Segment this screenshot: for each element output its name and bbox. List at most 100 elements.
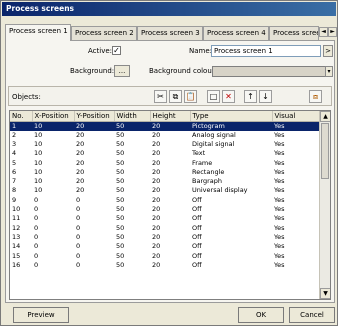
table-cell: Yes <box>274 260 285 269</box>
table-cell: 20 <box>152 251 161 260</box>
tab-process-screen-4[interactable]: Process screen 4 <box>203 26 269 40</box>
tab-scroll-right-icon[interactable]: ► <box>328 27 337 37</box>
table-cell: 20 <box>152 260 161 269</box>
tab-process-screen-3[interactable]: Process screen 3 <box>137 26 203 40</box>
table-cell: 10 <box>34 139 43 148</box>
table-row[interactable]: 5 10 20 50 20 Frame Yes <box>10 158 320 167</box>
table-cell: 9 <box>12 195 17 204</box>
background-browse-button[interactable]: ... <box>114 65 130 77</box>
tab-process-screen-2[interactable]: Process screen 2 <box>71 26 137 40</box>
column-header[interactable]: Width <box>114 111 151 122</box>
table-cell: Off <box>192 214 202 223</box>
scroll-down-icon[interactable]: ▼ <box>320 288 330 299</box>
move-up-icon[interactable]: ↑ <box>244 90 257 103</box>
table-cell: 50 <box>116 242 125 251</box>
table-cell: 0 <box>34 232 39 241</box>
table-cell: Yes <box>274 167 285 176</box>
table-cell: 10 <box>12 205 21 214</box>
cancel-button[interactable]: Cancel <box>289 307 335 323</box>
name-input[interactable]: Process screen 1 <box>211 45 321 57</box>
table-cell: 0 <box>76 223 81 232</box>
table-cell: 8 <box>12 186 17 195</box>
table-cell: Yes <box>274 223 285 232</box>
table-cell: 20 <box>152 195 161 204</box>
table-cell: 20 <box>76 139 85 148</box>
table-cell: 0 <box>76 260 81 269</box>
table-cell: 11 <box>12 214 21 223</box>
table-row[interactable]: 10 0 0 50 20 Off Yes <box>10 205 320 214</box>
grid-header-row: No. X-Position Y-Position Width Height Type Vi… <box>10 111 321 122</box>
table-row[interactable]: 4 10 20 50 20 Text Yes <box>10 149 320 158</box>
column-header[interactable]: No. <box>10 111 33 122</box>
column-header[interactable]: Type <box>190 111 273 122</box>
ok-button[interactable]: OK <box>238 307 284 323</box>
move-down-icon[interactable]: ↓ <box>259 90 272 103</box>
table-cell: 0 <box>34 205 39 214</box>
table-cell: Analog signal <box>192 130 236 139</box>
table-cell: Off <box>192 251 202 260</box>
table-cell: 15 <box>12 251 21 260</box>
column-header[interactable]: Visual <box>272 111 321 122</box>
table-row[interactable]: 6 10 20 50 20 Rectangle Yes <box>10 168 320 177</box>
table-row[interactable]: 8 10 20 50 20 Universal display Yes <box>10 186 320 195</box>
table-cell: 0 <box>76 205 81 214</box>
table-cell: 20 <box>152 214 161 223</box>
table-cell: Yes <box>274 195 285 204</box>
chevron-down-icon[interactable]: ▾ <box>325 66 333 77</box>
table-cell: 10 <box>34 167 43 176</box>
table-cell: 20 <box>152 149 161 158</box>
table-row[interactable]: 14 0 0 50 20 Off Yes <box>10 242 320 251</box>
table-cell: 10 <box>32 121 74 131</box>
table-cell: 2 <box>12 130 17 139</box>
copy-icon[interactable]: ⧉ <box>169 90 182 103</box>
properties-icon[interactable]: ⧈ <box>309 90 322 103</box>
table-cell: 0 <box>34 223 39 232</box>
table-cell: 4 <box>12 149 17 158</box>
table-cell: 14 <box>12 242 21 251</box>
new-object-icon[interactable]: □ <box>207 90 220 103</box>
paste-icon[interactable]: 📋 <box>184 90 197 103</box>
active-label: Active: <box>88 47 113 55</box>
table-cell: 50 <box>116 260 125 269</box>
column-header[interactable]: Height <box>150 111 191 122</box>
tab-process-screen-1[interactable]: Process screen 1 <box>5 24 71 41</box>
active-checkbox[interactable]: ✓ <box>112 46 121 55</box>
process-screens-dialog: Process screens Process screen 1 Process… <box>0 0 338 326</box>
table-row[interactable]: 7 10 20 50 20 Bargraph Yes <box>10 177 320 186</box>
table-cell: 50 <box>116 195 125 204</box>
table-row[interactable]: 11 0 0 50 20 Off Yes <box>10 214 320 223</box>
background-colour-picker[interactable] <box>212 66 326 77</box>
tab-process-screen-5[interactable]: Process screen 5 <box>269 26 319 40</box>
table-cell: 0 <box>76 251 81 260</box>
table-cell: 20 <box>76 186 85 195</box>
table-cell: 20 <box>152 177 161 186</box>
column-header[interactable]: Y-Position <box>74 111 115 122</box>
table-row[interactable]: 13 0 0 50 20 Off Yes <box>10 233 320 242</box>
table-cell: 50 <box>114 121 150 131</box>
table-cell: Universal display <box>192 186 248 195</box>
delete-icon[interactable]: ✕ <box>222 90 235 103</box>
table-cell: Yes <box>274 251 285 260</box>
cut-icon[interactable]: ✂ <box>154 90 167 103</box>
table-row[interactable]: 9 0 0 50 20 Off Yes <box>10 196 320 205</box>
scroll-up-icon[interactable]: ▲ <box>320 111 330 122</box>
table-cell: 20 <box>150 121 190 131</box>
preview-button[interactable]: Preview <box>13 307 69 323</box>
scroll-thumb[interactable] <box>321 123 329 179</box>
table-cell: Yes <box>274 139 285 148</box>
table-row[interactable]: 3 10 20 50 20 Digital signal Yes <box>10 140 320 149</box>
table-row[interactable]: 12 0 0 50 20 Off Yes <box>10 223 320 232</box>
table-row[interactable]: 16 0 0 50 20 Off Yes <box>10 261 320 270</box>
column-header[interactable]: X-Position <box>32 111 75 122</box>
table-cell: 50 <box>116 177 125 186</box>
table-row[interactable]: 15 0 0 50 20 Off Yes <box>10 251 320 260</box>
table-row[interactable]: 1 10 20 50 20 Pictogram Yes <box>10 121 320 131</box>
table-cell: 50 <box>116 167 125 176</box>
table-cell: 10 <box>34 186 43 195</box>
name-more-button[interactable]: > <box>323 45 333 57</box>
grid-vertical-scrollbar[interactable]: ▲ ▼ <box>319 111 330 299</box>
table-row[interactable]: 2 10 20 50 20 Analog signal Yes <box>10 131 320 140</box>
table-cell: 0 <box>34 242 39 251</box>
objects-label: Objects: <box>12 93 41 101</box>
tab-scroll-left-icon[interactable]: ◄ <box>319 27 328 37</box>
